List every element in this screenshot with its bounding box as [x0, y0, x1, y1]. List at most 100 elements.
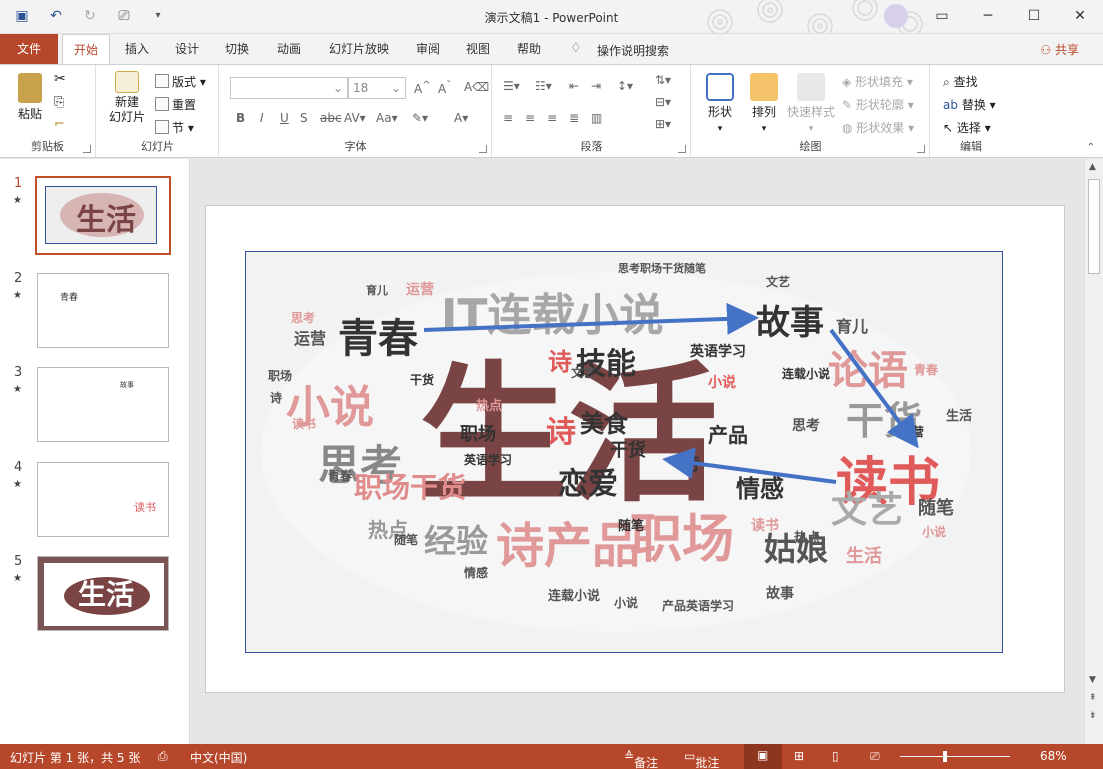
tab-3[interactable]: 设计: [164, 34, 210, 64]
line-spacing-icon[interactable]: ↕▾: [617, 79, 633, 93]
cloud-word: 青春: [338, 316, 418, 362]
font-launcher[interactable]: [479, 145, 487, 153]
section-label: 节: [172, 121, 185, 135]
zoom-slider[interactable]: [900, 756, 1010, 757]
slideshow-view-icon[interactable]: ⎚: [870, 749, 880, 764]
normal-view-button[interactable]: ▣: [744, 744, 782, 769]
section-button[interactable]: 节 ▾: [155, 119, 194, 136]
arrange-icon: [750, 73, 778, 101]
italic-icon[interactable]: I: [260, 111, 264, 125]
cut-icon[interactable]: ✂: [54, 71, 66, 87]
highlight-icon[interactable]: ✎▾: [412, 111, 428, 125]
font-color-icon[interactable]: A▾: [454, 111, 468, 125]
tab-5[interactable]: 动画: [266, 34, 312, 64]
cloud-word: 育儿: [836, 317, 868, 336]
layout-button[interactable]: 版式 ▾: [155, 73, 206, 90]
tab-1[interactable]: 开始: [62, 34, 110, 64]
scroll-down-icon[interactable]: ▼: [1089, 675, 1096, 685]
copy-icon[interactable]: ⎘: [54, 95, 64, 110]
columns-icon[interactable]: ▥: [591, 111, 602, 125]
decrease-font-icon[interactable]: Aˇ: [438, 80, 451, 96]
shape-fill-button[interactable]: ◈ 形状填充 ▾: [842, 73, 913, 90]
minimize-button[interactable]: ─: [965, 0, 1011, 32]
status-bar: 幻灯片 第 1 张，共 5 张 ⎙ 中文(中国) ≙ 备注 ▭ 批注 ▣ ⊞ ▯…: [0, 744, 1103, 769]
align-right-icon[interactable]: ≡: [547, 111, 557, 125]
maximize-button[interactable]: ☐: [1011, 0, 1057, 32]
layout-label: 版式: [172, 75, 197, 89]
slide-thumbnail-4[interactable]: 读书: [37, 462, 169, 537]
font-size-combo[interactable]: 18 ⌄: [348, 77, 406, 99]
current-slide[interactable]: 生活 IT连载小说 青春 故事 读书 小说 思考 论语 干货 技能 英语学习 美食诗诗恋爱 干货 情感 产品…: [205, 205, 1065, 693]
numbering-icon[interactable]: ☷▾: [535, 79, 552, 93]
arrange-button[interactable]: 排列 ▾: [746, 73, 782, 134]
text-direction-icon[interactable]: ⇅▾: [655, 73, 671, 87]
replace-button[interactable]: ab 替换 ▾: [943, 96, 996, 113]
close-button[interactable]: ✕: [1057, 0, 1103, 32]
share-button[interactable]: ⚇ 共享: [1040, 41, 1079, 58]
align-text-icon[interactable]: ⊟▾: [655, 95, 671, 109]
clear-format-icon[interactable]: A⌫: [464, 80, 489, 94]
slide-thumbnail-2[interactable]: 青春: [37, 273, 169, 348]
smartart-icon[interactable]: ⊞▾: [655, 117, 671, 131]
select-button[interactable]: ↖ 选择 ▾: [943, 119, 991, 136]
align-left-icon[interactable]: ≡: [503, 111, 513, 125]
tell-me-search[interactable]: 操作说明搜索: [597, 42, 669, 59]
tab-4[interactable]: 切换: [214, 34, 260, 64]
increase-font-icon[interactable]: A^: [414, 80, 431, 96]
shapes-button[interactable]: 形状 ▾: [702, 73, 738, 134]
format-painter-icon[interactable]: ⌐: [54, 117, 65, 132]
thumbnail-number: 3: [14, 365, 23, 380]
tab-6[interactable]: 幻灯片放映: [318, 34, 400, 64]
reset-button[interactable]: 重置: [155, 96, 196, 113]
slide-thumbnail-3[interactable]: 故事: [37, 367, 169, 442]
vertical-scrollbar[interactable]: ▲ ▼ ⇞ ⇟: [1084, 159, 1103, 744]
collapse-ribbon-icon[interactable]: ⌃: [1087, 142, 1095, 153]
paragraph-group-label: 段落: [580, 140, 603, 153]
shadow-icon[interactable]: S: [300, 111, 308, 125]
strikethrough-icon[interactable]: abc: [320, 111, 342, 125]
tab-2[interactable]: 插入: [114, 34, 160, 64]
next-slide-icon[interactable]: ⇟: [1089, 711, 1097, 721]
shape-outline-button[interactable]: ✎ 形状轮廓 ▾: [842, 96, 914, 113]
decrease-indent-icon[interactable]: ⇤: [569, 79, 579, 93]
zoom-level[interactable]: 68%: [1040, 749, 1067, 763]
user-avatar[interactable]: [884, 4, 908, 28]
increase-indent-icon[interactable]: ⇥: [591, 79, 601, 93]
shape-effects-button[interactable]: ◍ 形状效果 ▾: [842, 119, 914, 136]
tab-9[interactable]: 帮助: [506, 34, 552, 64]
language-indicator[interactable]: 中文(中国): [190, 749, 247, 766]
previous-slide-icon[interactable]: ⇞: [1089, 693, 1097, 703]
word-cloud-image[interactable]: 生活 IT连载小说 青春 故事 读书 小说 思考 论语 干货 技能 英语学习 美食诗诗恋爱 干货 情感 产品…: [245, 251, 1003, 653]
zoom-slider-handle[interactable]: [943, 751, 947, 762]
new-slide-button[interactable]: 新建 幻灯片: [103, 71, 151, 125]
comments-button[interactable]: ▭ 批注: [684, 749, 719, 769]
quick-styles-button[interactable]: 快速样式 ▾: [784, 73, 838, 134]
drawing-launcher[interactable]: [917, 145, 925, 153]
notes-button[interactable]: ≙ 备注: [624, 749, 658, 769]
justify-icon[interactable]: ≣: [569, 111, 579, 125]
slide-sorter-icon[interactable]: ⊞: [794, 749, 804, 763]
char-spacing-icon[interactable]: AV▾: [344, 111, 366, 125]
slide-thumbnail-5[interactable]: 生活: [37, 556, 169, 631]
reading-view-icon[interactable]: ▯: [832, 749, 839, 763]
window-controls: ▭ ─ ☐ ✕: [919, 0, 1103, 32]
change-case-icon[interactable]: Aa▾: [376, 111, 398, 125]
underline-icon[interactable]: U: [280, 111, 289, 125]
align-center-icon[interactable]: ≡: [525, 111, 535, 125]
scroll-thumb[interactable]: [1088, 179, 1100, 274]
scroll-up-icon[interactable]: ▲: [1089, 162, 1096, 172]
slide-thumbnail-1[interactable]: 生活: [35, 176, 171, 255]
bold-icon[interactable]: B: [236, 111, 245, 125]
bullets-icon[interactable]: ☰▾: [503, 79, 520, 93]
thumbnail-number: 5: [14, 554, 23, 569]
paste-button[interactable]: 粘贴: [12, 73, 48, 122]
clipboard-launcher[interactable]: [83, 145, 91, 153]
paragraph-launcher[interactable]: [678, 145, 686, 153]
tab-8[interactable]: 视图: [455, 34, 501, 64]
font-name-combo[interactable]: ⌄: [230, 77, 348, 99]
tab-0[interactable]: 文件: [0, 34, 58, 64]
tab-7[interactable]: 审阅: [405, 34, 451, 64]
spellcheck-icon[interactable]: ⎙: [158, 749, 168, 764]
ribbon-display-options-button[interactable]: ▭: [919, 0, 965, 32]
find-button[interactable]: ⌕ 查找: [943, 73, 978, 90]
